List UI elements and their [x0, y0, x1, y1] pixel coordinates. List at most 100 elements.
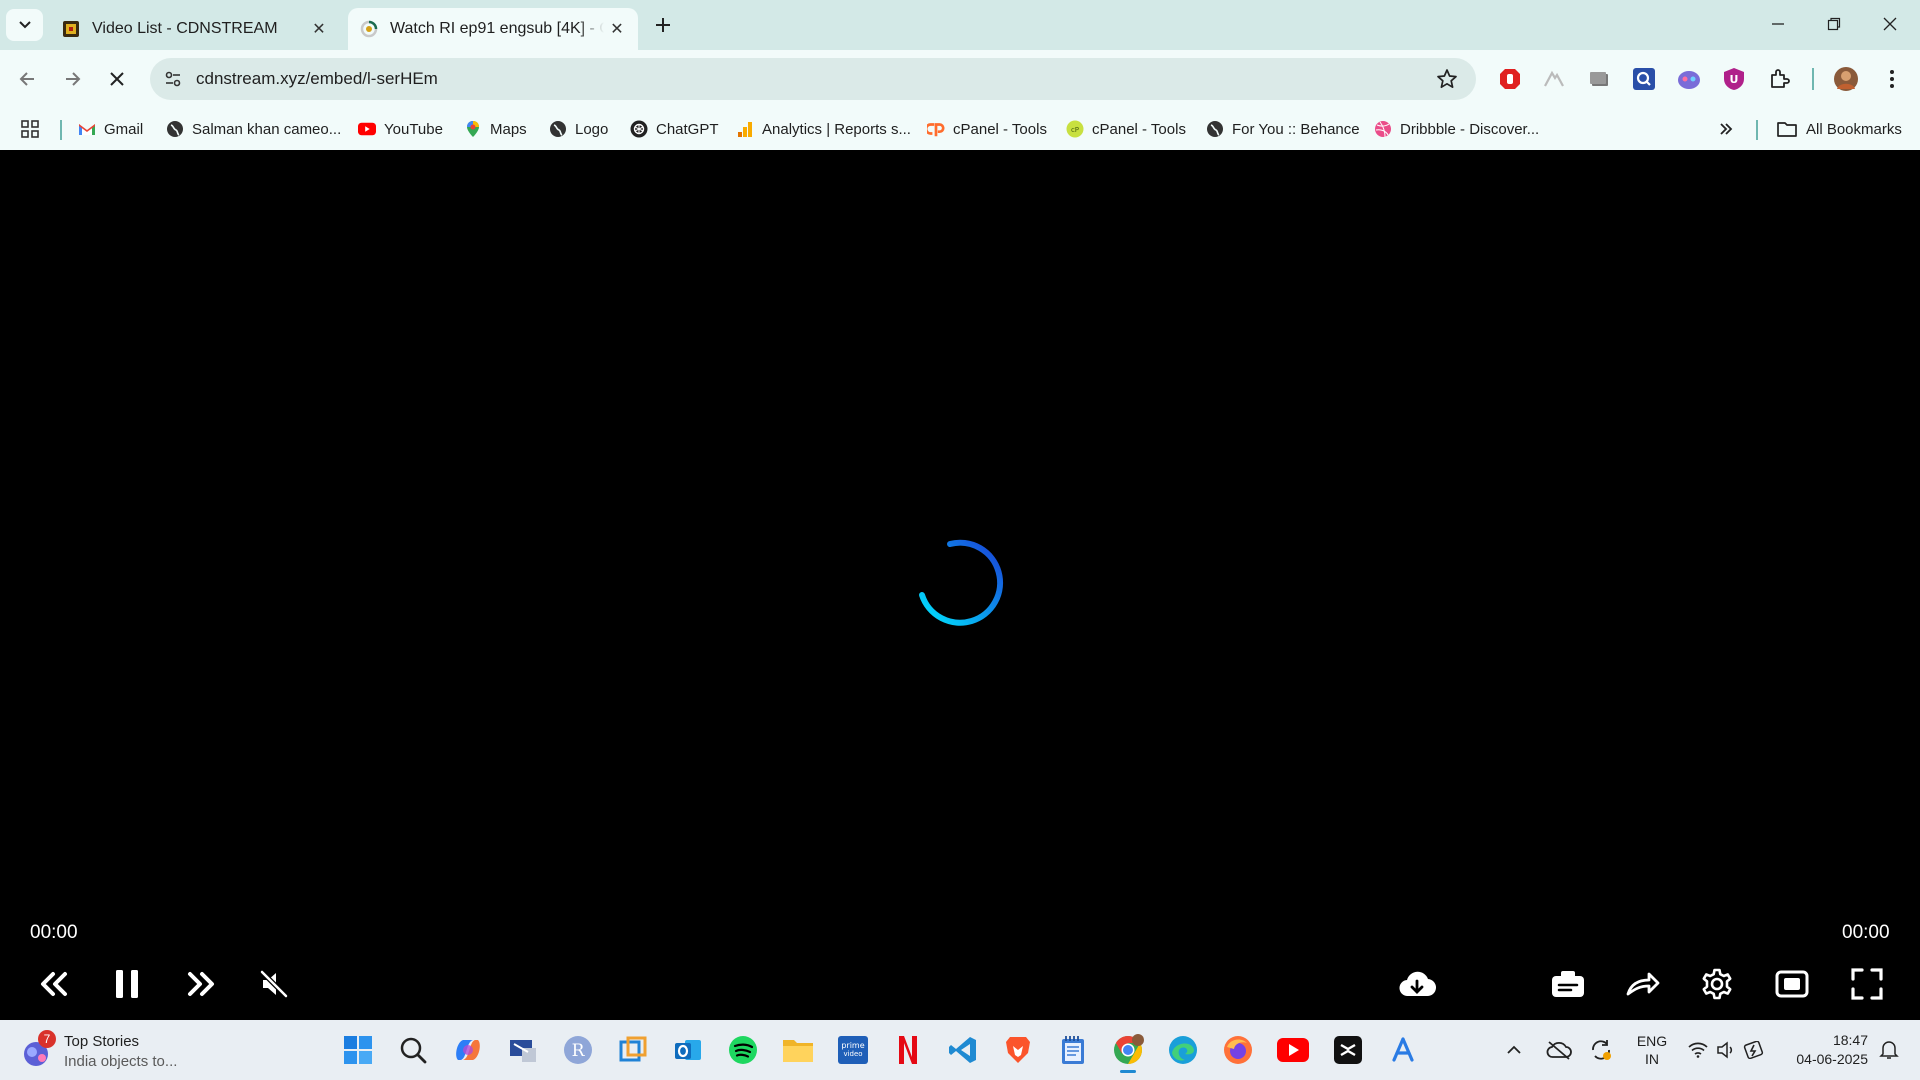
bookmark-logo[interactable]: Logo — [549, 117, 608, 141]
fullscreen-button[interactable] — [1845, 962, 1889, 1006]
app-outlook[interactable] — [668, 1030, 708, 1070]
bookmark-analytics[interactable]: Analytics | Reports s... — [736, 117, 911, 141]
avatar-icon — [1834, 67, 1858, 91]
app-brave[interactable] — [998, 1030, 1038, 1070]
restore-button[interactable] — [1806, 0, 1862, 48]
tab-title: Watch RI ep91 engsub [4K] - CDNSTREAM — [390, 20, 604, 37]
stop-loading-button[interactable] — [100, 62, 134, 96]
bookmarks-bar: Gmail Salman khan cameo... YouTube Maps … — [0, 108, 1920, 150]
volume-status[interactable] — [1712, 1030, 1740, 1070]
app-prime-video[interactable]: prime video — [833, 1030, 873, 1070]
spotify-icon — [729, 1036, 757, 1064]
app-firefox[interactable] — [1218, 1030, 1258, 1070]
notifications-button[interactable] — [1874, 1030, 1904, 1070]
app-r-profile[interactable]: R — [558, 1030, 598, 1070]
skip-button[interactable] — [1621, 962, 1665, 1006]
search-button[interactable] — [393, 1030, 433, 1070]
video-player[interactable]: 00:00 00:00 — [0, 150, 1920, 1020]
bookmark-chatgpt[interactable]: ChatGPT — [630, 117, 719, 141]
double-chevron-right-icon — [1720, 123, 1733, 135]
outlook-icon — [675, 1040, 701, 1060]
tab-strip: Video List - CDNSTREAM ✕ Watch RI ep91 e… — [0, 0, 1920, 50]
app-notepad[interactable] — [1053, 1030, 1093, 1070]
clock[interactable]: 18:47 04-06-2025 — [1782, 1031, 1868, 1069]
gear-icon — [1702, 968, 1732, 1000]
extension-adblock[interactable] — [1494, 63, 1526, 95]
extension-ublock[interactable]: U — [1718, 63, 1750, 95]
minimize-button[interactable] — [1750, 0, 1806, 48]
app-chrome[interactable] — [1108, 1030, 1148, 1070]
star-icon[interactable] — [1436, 68, 1458, 90]
app-edge[interactable] — [1163, 1030, 1203, 1070]
app-youtube[interactable] — [1273, 1030, 1313, 1070]
close-icon — [1883, 17, 1897, 31]
start-button[interactable] — [338, 1030, 378, 1070]
app-file-explorer[interactable] — [778, 1030, 818, 1070]
fast-forward-button[interactable] — [180, 962, 224, 1006]
extension-arc[interactable] — [1538, 63, 1570, 95]
back-button[interactable] — [10, 62, 44, 96]
bookmark-dribbble[interactable]: Dribbble - Discover... — [1374, 117, 1539, 141]
volume-muted-icon — [260, 970, 288, 998]
app-vscode[interactable] — [943, 1030, 983, 1070]
app-store-icon — [1392, 1037, 1414, 1062]
sync-status[interactable] — [1586, 1030, 1616, 1070]
mute-button[interactable] — [252, 962, 296, 1006]
extensions-menu-button[interactable] — [1764, 63, 1796, 95]
bookmark-behance[interactable]: For You :: Behance — [1206, 117, 1360, 141]
tab-watch-video[interactable]: Watch RI ep91 engsub [4K] - CDNSTREAM ✕ — [348, 8, 638, 50]
address-bar[interactable]: cdnstream.xyz/embed/l-serHEm — [150, 58, 1476, 100]
profile-avatar[interactable] — [1830, 63, 1862, 95]
subtitles-button[interactable] — [1546, 962, 1590, 1006]
news-widget[interactable]: 7 Top Stories India objects to... — [20, 1030, 210, 1072]
picture-in-picture-button[interactable] — [1770, 962, 1814, 1006]
tab-video-list[interactable]: Video List - CDNSTREAM ✕ — [50, 8, 340, 50]
svg-text:prime: prime — [841, 1041, 864, 1050]
rewind-button[interactable] — [31, 962, 75, 1006]
app-virtualbox[interactable] — [613, 1030, 653, 1070]
language-indicator[interactable]: ENG IN — [1636, 1032, 1668, 1068]
close-tab-icon[interactable]: ✕ — [604, 16, 630, 42]
svg-text:cP: cP — [1071, 126, 1079, 134]
pause-button[interactable] — [105, 962, 149, 1006]
bookmark-youtube[interactable]: YouTube — [358, 117, 443, 141]
all-bookmarks-button[interactable]: All Bookmarks — [1776, 117, 1902, 141]
chevron-up-icon — [1507, 1045, 1521, 1054]
apps-button[interactable] — [20, 117, 40, 141]
bookmark-gmail[interactable]: Gmail — [78, 117, 143, 141]
close-tab-icon[interactable]: ✕ — [306, 16, 332, 42]
download-button[interactable] — [1395, 962, 1439, 1006]
url-text[interactable]: cdnstream.xyz/embed/l-serHEm — [196, 69, 438, 89]
copilot-app[interactable] — [448, 1030, 488, 1070]
netflix-icon — [899, 1036, 917, 1064]
close-window-button[interactable] — [1862, 0, 1918, 48]
browser-menu-button[interactable] — [1876, 63, 1908, 95]
bookmark-cpanel-2[interactable]: cP cPanel - Tools — [1066, 117, 1186, 141]
app-store-a[interactable] — [1383, 1030, 1423, 1070]
show-hidden-icons-button[interactable] — [1502, 1030, 1526, 1070]
app-netflix[interactable] — [888, 1030, 928, 1070]
app-utility[interactable] — [503, 1030, 543, 1070]
extension-tabs[interactable] — [1583, 63, 1615, 95]
onedrive-status[interactable] — [1544, 1030, 1574, 1070]
forward-button[interactable] — [56, 62, 90, 96]
arrow-left-icon — [19, 72, 34, 86]
bookmark-cpanel-1[interactable]: cPanel - Tools — [927, 117, 1047, 141]
more-bookmarks-button[interactable] — [1718, 117, 1734, 141]
app-capcut[interactable] — [1328, 1030, 1368, 1070]
app-spotify[interactable] — [723, 1030, 763, 1070]
battery-status[interactable] — [1740, 1030, 1768, 1070]
copilot-icon — [456, 1040, 480, 1060]
extension-gamer[interactable] — [1673, 63, 1705, 95]
windows-logo-icon — [344, 1036, 372, 1064]
folder-icon — [1776, 120, 1798, 138]
tab-search-button[interactable] — [6, 9, 43, 41]
browser-toolbar: cdnstream.xyz/embed/l-serHEm U — [0, 50, 1920, 108]
settings-button[interactable] — [1695, 962, 1739, 1006]
bookmark-salman-khan[interactable]: Salman khan cameo... — [166, 117, 341, 141]
extension-search[interactable] — [1628, 63, 1660, 95]
wifi-status[interactable] — [1684, 1030, 1712, 1070]
bookmark-maps[interactable]: Maps — [464, 117, 527, 141]
site-settings-icon[interactable] — [164, 70, 182, 88]
new-tab-button[interactable] — [648, 10, 678, 40]
